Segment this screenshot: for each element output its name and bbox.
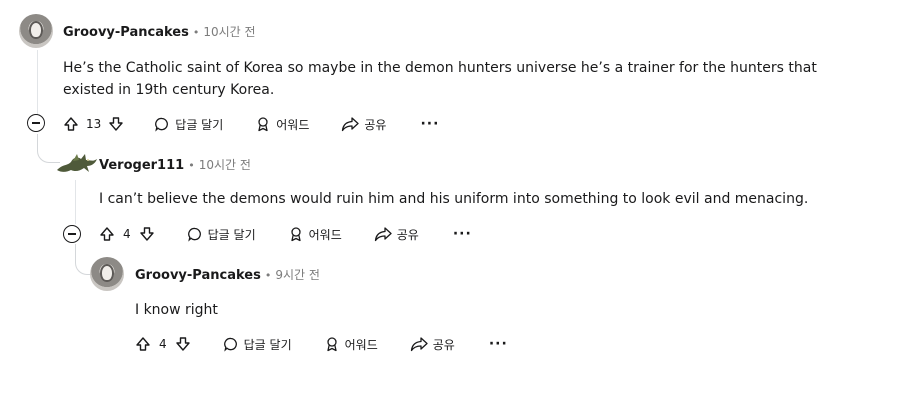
more-icon[interactable]: ···: [489, 337, 508, 351]
comment-body: I can’t believe the demons would ruin hi…: [99, 191, 809, 207]
share-button[interactable]: 공유: [341, 116, 386, 133]
share-label: 공유: [432, 337, 455, 352]
award-label: 어워드: [344, 337, 378, 352]
meta-separator: •: [192, 26, 200, 39]
award-icon: [255, 116, 271, 132]
comment-meta: Veroger111 • 10시간 전: [99, 156, 251, 173]
comment-actions: 13 답글 달기 어워드 공유 ···: [63, 114, 439, 134]
award-label: 어워드: [308, 227, 342, 242]
reply-label: 답글 달기: [243, 337, 292, 352]
reply-button[interactable]: 답글 달기: [223, 336, 292, 353]
downvote-icon[interactable]: [108, 116, 124, 132]
comment-body: He’s the Catholic saint of Korea so mayb…: [63, 60, 817, 98]
avatar[interactable]: [90, 257, 124, 291]
vote-count: 4: [159, 337, 167, 351]
downvote-icon[interactable]: [175, 336, 191, 352]
comment-icon: [154, 116, 170, 132]
award-icon: [288, 226, 304, 242]
vote-count: 4: [123, 227, 131, 241]
share-button[interactable]: 공유: [374, 226, 419, 243]
share-label: 공유: [396, 227, 419, 242]
reply-label: 답글 달기: [175, 117, 224, 132]
reply-label: 답글 달기: [207, 227, 256, 242]
comment-icon: [223, 336, 239, 352]
vote-group: 13: [63, 116, 124, 132]
downvote-icon[interactable]: [139, 226, 155, 242]
reply-button[interactable]: 답글 달기: [187, 226, 256, 243]
award-button[interactable]: 어워드: [324, 336, 378, 353]
comment-icon: [187, 226, 203, 242]
award-label: 어워드: [276, 117, 310, 132]
award-icon: [324, 336, 340, 352]
timestamp[interactable]: 10시간 전: [199, 158, 251, 172]
vote-count: 13: [86, 117, 102, 131]
share-button[interactable]: 공유: [410, 336, 455, 353]
comment-meta: Groovy-Pancakes • 10시간 전: [63, 23, 256, 40]
comment-actions: 4 답글 달기 어워드 공유 ···: [99, 224, 472, 244]
vote-group: 4: [135, 336, 191, 352]
upvote-icon[interactable]: [63, 116, 79, 132]
vote-group: 4: [99, 226, 155, 242]
award-button[interactable]: 어워드: [255, 116, 309, 133]
comment-actions: 4 답글 달기 어워드 공유 ···: [135, 334, 508, 354]
comment-body: I know right: [135, 302, 218, 318]
dragon-avatar[interactable]: [55, 150, 99, 176]
author-name[interactable]: Groovy-Pancakes: [63, 25, 189, 40]
author-name[interactable]: Groovy-Pancakes: [135, 268, 261, 283]
award-button[interactable]: 어워드: [288, 226, 342, 243]
more-icon[interactable]: ···: [453, 227, 472, 241]
author-name[interactable]: Veroger111: [99, 158, 184, 173]
share-icon: [341, 116, 360, 132]
avatar[interactable]: [19, 14, 53, 48]
thread-line-1: [37, 50, 38, 114]
collapse-icon[interactable]: [63, 225, 81, 243]
timestamp[interactable]: 9시간 전: [275, 268, 320, 282]
reply-button[interactable]: 답글 달기: [154, 116, 223, 133]
share-label: 공유: [364, 117, 387, 132]
upvote-icon[interactable]: [99, 226, 115, 242]
timestamp[interactable]: 10시간 전: [203, 25, 255, 39]
thread-line-2: [75, 180, 76, 224]
more-icon[interactable]: ···: [420, 117, 439, 131]
share-icon: [374, 226, 392, 242]
share-icon: [410, 336, 428, 352]
upvote-icon[interactable]: [135, 336, 151, 352]
comment-meta: Groovy-Pancakes • 9시간 전: [135, 266, 320, 283]
collapse-icon[interactable]: [27, 114, 45, 132]
meta-separator: •: [264, 269, 272, 282]
meta-separator: •: [188, 159, 195, 172]
